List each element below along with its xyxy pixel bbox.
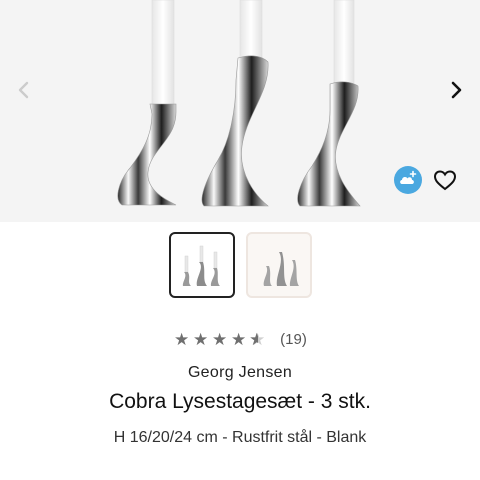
review-count[interactable]: (19) bbox=[280, 331, 307, 348]
product-subtitle: H 16/20/24 cm - Rustfrit stål - Blank bbox=[113, 429, 367, 446]
star-icon: ★ bbox=[193, 330, 209, 349]
star-icon: ★ bbox=[231, 330, 247, 349]
star-icon: ★ bbox=[174, 330, 190, 349]
heart-outline-icon bbox=[433, 170, 457, 191]
product-title: Cobra Lysestagesæt - 3 stk. bbox=[109, 390, 371, 413]
chevron-right-icon bbox=[451, 81, 462, 99]
wishlist-button[interactable] bbox=[430, 165, 460, 195]
thumbnail-strip bbox=[0, 232, 480, 298]
product-image-gallery[interactable] bbox=[0, 0, 480, 222]
gallery-next-button[interactable] bbox=[438, 72, 474, 108]
star-icon: ★ bbox=[212, 330, 228, 349]
cloud-save-button[interactable] bbox=[393, 165, 423, 195]
chevron-left-icon bbox=[18, 81, 29, 99]
product-brand[interactable]: Georg Jensen bbox=[0, 364, 480, 382]
half-star-icon: ★ bbox=[249, 331, 266, 348]
thumbnail-image bbox=[182, 245, 220, 286]
thumbnail-2[interactable] bbox=[246, 232, 312, 298]
product-rating[interactable]: ★ ★ ★ ★ ★ (19) bbox=[0, 331, 480, 348]
gallery-prev-button[interactable] bbox=[6, 72, 42, 108]
thumbnail-1-selected[interactable] bbox=[169, 232, 235, 298]
cloud-plus-icon bbox=[394, 166, 422, 194]
star-rating: ★ ★ ★ ★ ★ bbox=[173, 331, 266, 348]
thumbnail-image bbox=[263, 252, 299, 286]
